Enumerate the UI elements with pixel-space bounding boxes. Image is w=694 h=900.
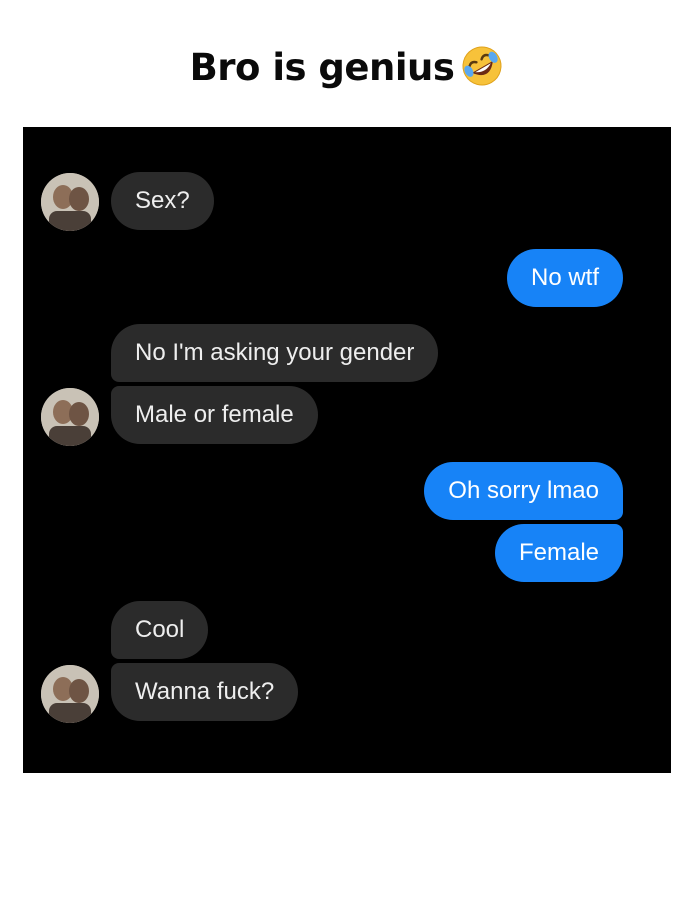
message-text: Cool xyxy=(135,616,185,643)
message-text: No wtf xyxy=(530,264,599,291)
message-text: No I'm asking your gender xyxy=(135,339,415,366)
incoming-message-bubble: Male or female xyxy=(111,386,318,444)
incoming-message-bubble: No I'm asking your gender xyxy=(111,324,439,382)
outgoing-message-bubble: Oh sorry lmao xyxy=(424,462,623,520)
contact-avatar[interactable] xyxy=(41,173,99,231)
contact-avatar[interactable] xyxy=(41,388,99,446)
meme-page: Bro is genius Sex? No wtf No I'm asking … xyxy=(0,0,694,900)
message-text: Male or female xyxy=(135,401,294,428)
contact-avatar[interactable] xyxy=(41,665,99,723)
chat-screenshot: Sex? No wtf No I'm asking your gender Ma… xyxy=(23,127,671,773)
caption-text: Bro is genius xyxy=(189,46,455,89)
incoming-message-bubble: Sex? xyxy=(111,172,214,230)
incoming-message-bubble: Cool xyxy=(111,601,209,659)
outgoing-message-bubble: Female xyxy=(494,524,623,582)
message-text: Oh sorry lmao xyxy=(448,477,599,504)
rolling-on-floor-laughing-emoji-icon xyxy=(460,44,504,88)
message-text: Female xyxy=(518,539,599,566)
message-text: Sex? xyxy=(135,187,190,214)
incoming-message-bubble: Wanna fuck? xyxy=(111,663,299,721)
message-text: Wanna fuck? xyxy=(135,678,275,705)
outgoing-message-bubble: No wtf xyxy=(506,249,623,307)
meme-caption: Bro is genius xyxy=(0,44,694,89)
